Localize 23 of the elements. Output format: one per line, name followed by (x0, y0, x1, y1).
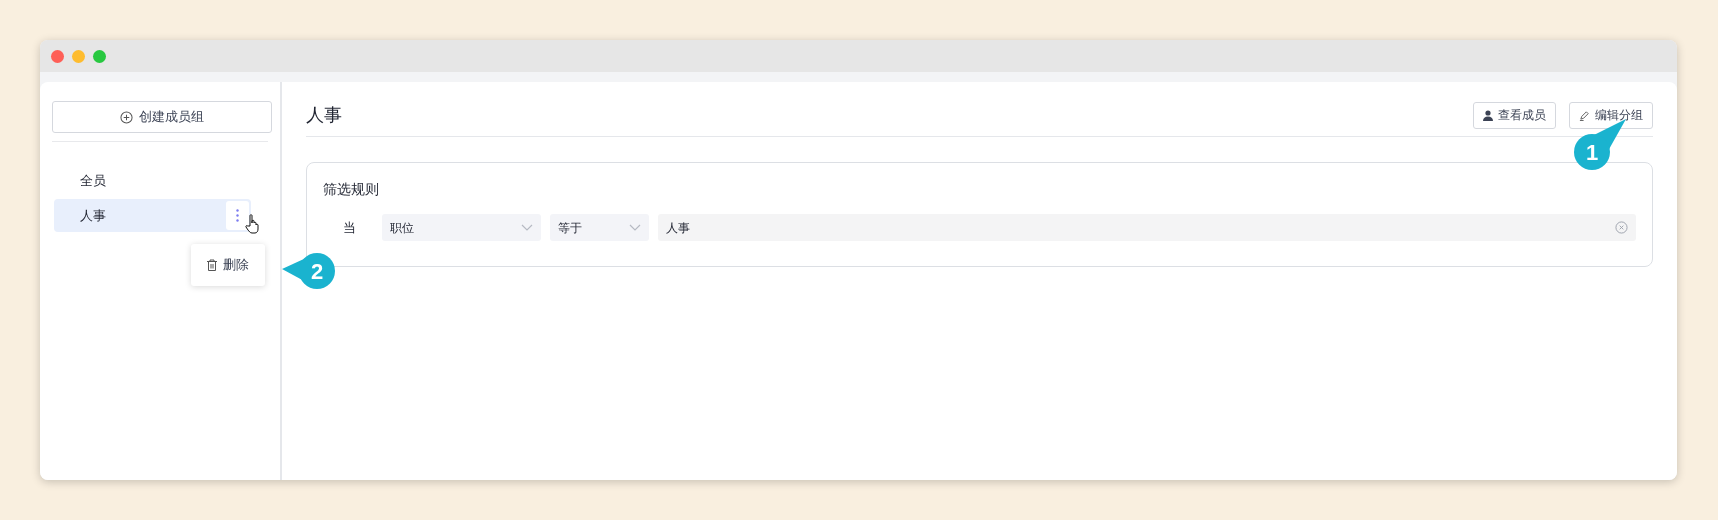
maximize-icon[interactable] (93, 49, 106, 63)
more-button[interactable] (226, 201, 249, 230)
view-members-button[interactable]: 查看成员 (1473, 101, 1556, 129)
minimize-icon[interactable] (72, 49, 85, 63)
group-item[interactable]: 全员 (54, 164, 251, 197)
filter-title: 筛选规则 (323, 180, 379, 199)
condition-label: 当 (343, 218, 357, 237)
trash-icon (206, 259, 218, 271)
hand-cursor-icon (245, 214, 261, 234)
user-icon (1483, 109, 1493, 121)
more-icon (236, 209, 239, 222)
clear-icon[interactable] (1615, 221, 1628, 234)
chevron-down-icon (629, 223, 641, 232)
plus-circle-icon (120, 110, 133, 124)
page-title: 人事 (306, 103, 342, 127)
operator-select[interactable]: 等于 (550, 214, 649, 241)
field-select[interactable]: 职位 (382, 214, 541, 241)
create-group-button[interactable]: 创建成员组 (52, 101, 272, 133)
close-icon[interactable] (51, 49, 64, 63)
pencil-icon (1579, 109, 1590, 121)
value-field[interactable]: 人事 (658, 214, 1636, 241)
delete-menu-item[interactable]: 删除 (191, 255, 265, 275)
chevron-down-icon (521, 223, 533, 232)
